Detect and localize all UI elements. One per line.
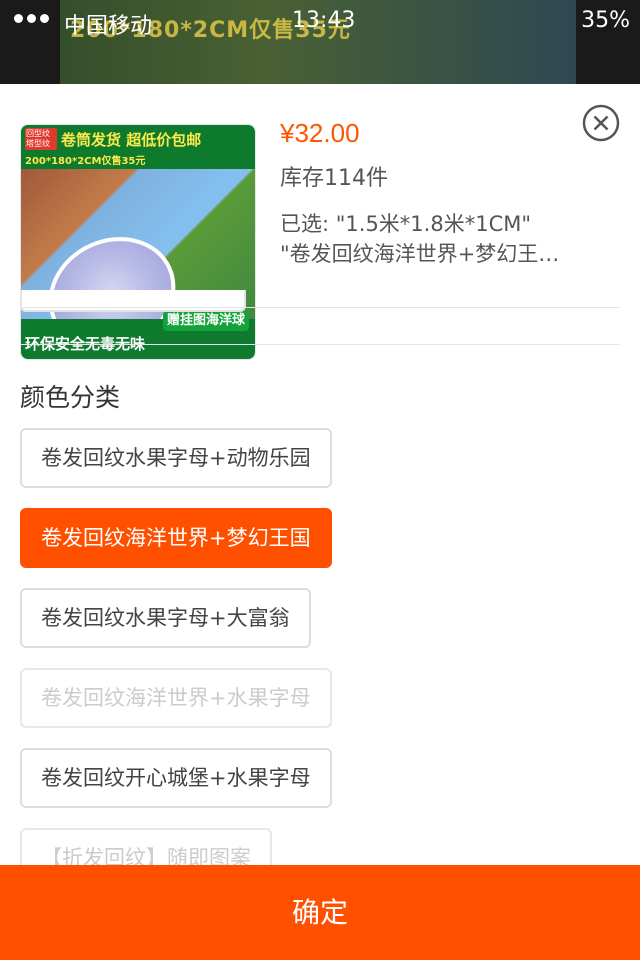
color-option-selected[interactable]: 卷发回纹海洋世界+梦幻王国 [20, 508, 332, 568]
divider [20, 307, 620, 308]
thumbnail-tag: 回型纹塔型纹 [25, 128, 57, 150]
thumbnail-header: 回型纹塔型纹 卷筒发货 超低价包邮 200*180*2CM仅售35元 [21, 125, 255, 169]
color-option-disabled: 【折发回纹】随即图案 [20, 828, 272, 868]
size-option-partial[interactable] [20, 290, 246, 312]
color-option[interactable]: 卷发回纹开心城堡+水果字母 [20, 748, 332, 808]
selected-color: "卷发回纹海洋世界+梦幻王国" [280, 242, 560, 266]
battery-level: 35% [581, 8, 630, 33]
color-option[interactable]: 卷发回纹水果字母+动物乐园 [20, 428, 332, 488]
color-section-title: 颜色分类 [20, 383, 121, 412]
thumbnail-gift-badge: 赠挂图海洋球 [162, 311, 249, 331]
product-thumbnail[interactable]: 回型纹塔型纹 卷筒发货 超低价包邮 200*180*2CM仅售35元 环保安全无… [20, 124, 256, 360]
close-button[interactable] [582, 104, 620, 142]
divider [20, 344, 620, 345]
carrier-label: 中国移动 [64, 14, 153, 39]
status-time: 13:43 [292, 8, 356, 33]
close-circle-icon [582, 104, 620, 142]
stock-count: 库存114件 [280, 166, 388, 191]
sku-selection-sheet: 回型纹塔型纹 卷筒发货 超低价包邮 200*180*2CM仅售35元 环保安全无… [0, 84, 640, 960]
dimmed-backdrop[interactable]: 200*180*2CM仅售35元 中国移动 13:43 35% [0, 0, 640, 84]
thumbnail-subheadline: 200*180*2CM仅售35元 [25, 156, 146, 167]
color-option[interactable]: 卷发回纹水果字母+大富翁 [20, 588, 311, 648]
selected-size: 已选: "1.5米*1.8米*1CM" [280, 212, 532, 236]
status-bar: 中国移动 13:43 35% [0, 0, 640, 40]
signal-icon [14, 14, 49, 23]
thumbnail-headline: 卷筒发货 超低价包邮 [61, 131, 202, 149]
confirm-button[interactable]: 确定 [0, 865, 640, 960]
product-price: ¥32.00 [280, 118, 360, 148]
color-option-disabled: 卷发回纹海洋世界+水果字母 [20, 668, 332, 728]
